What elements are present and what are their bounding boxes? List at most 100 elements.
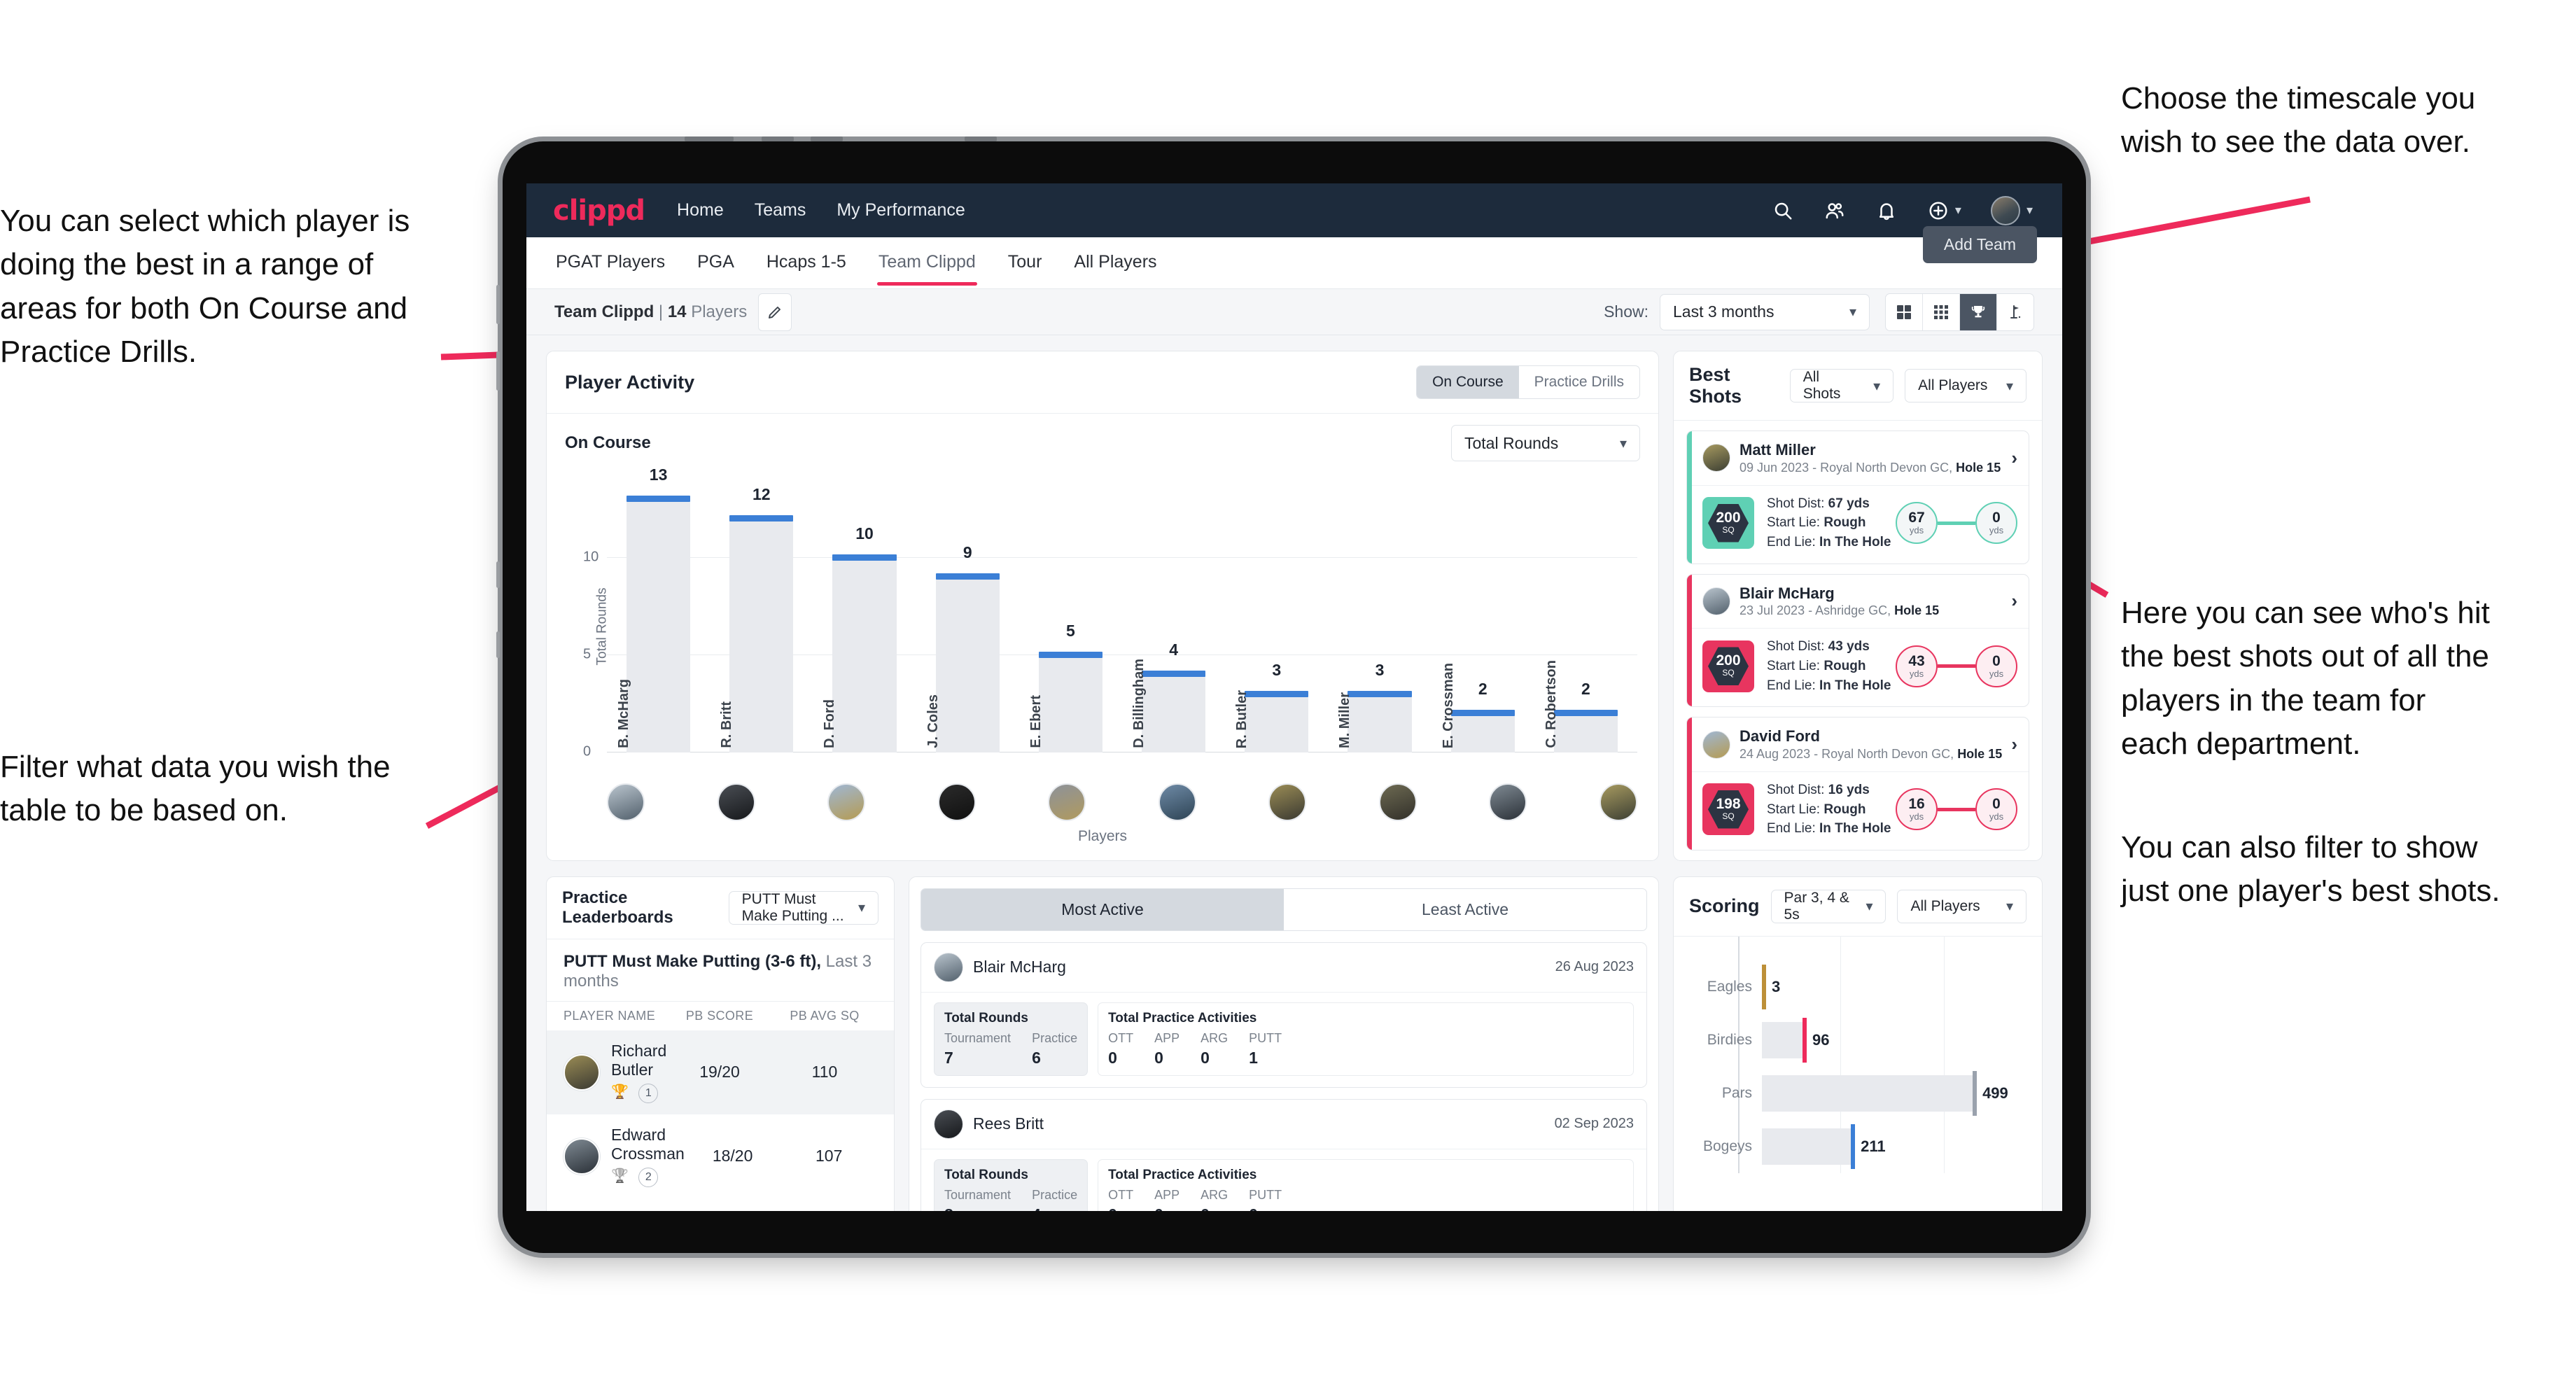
scoring-bar-cap [1802,1017,1807,1063]
search-icon[interactable] [1772,200,1793,221]
scoring-bar-row: Pars 499 [1688,1067,2024,1120]
timescale-select[interactable]: Last 3 months ▾ [1660,293,1870,330]
stat-putt: PUTT 0 [1249,1188,1282,1211]
tab-most-active[interactable]: Most Active [921,888,1284,930]
column-player-name: PLAYER NAME [564,1008,656,1023]
chevron-right-icon[interactable]: › [2011,734,2017,755]
clippd-logo[interactable]: clippd [553,195,645,227]
device-side-button [496,351,500,391]
par-filter-select[interactable]: Par 3, 4 & 5s ▾ [1770,889,1886,923]
bell-icon[interactable] [1876,200,1897,221]
scoring-bar-row: Eagles 3 [1688,960,2024,1014]
add-team-button[interactable]: Add Team [1922,226,2037,263]
chart-player-avatars [607,783,1637,821]
segment-on-course[interactable]: On Course [1417,366,1519,398]
shot-dist-value: 43 yds [1828,639,1870,654]
tab-all-players[interactable]: All Players [1072,241,1158,285]
shot-start-distance: 16 yds [1896,788,1938,831]
shot-dist-value: 67 yds [1828,496,1870,511]
tab-team-clippd[interactable]: Team Clippd [876,241,977,286]
grid-large-icon[interactable] [1886,293,1923,330]
edit-team-button[interactable] [758,293,792,331]
activity-player-card[interactable]: Rees Britt 02 Sep 2023 Total Rounds Tour… [920,1098,1647,1211]
scoring-header: Scoring Par 3, 4 & 5s ▾ All Players ▾ [1674,877,2042,937]
avatar[interactable] [717,783,755,821]
nav-link-my-performance[interactable]: My Performance [836,200,965,220]
stat-ott: OTT 0 [1108,1188,1133,1211]
stat-value: 7 [944,1048,953,1067]
stat-key: APP [1154,1030,1180,1045]
avatar[interactable] [937,783,976,821]
avatar[interactable] [1489,783,1527,821]
bar-group[interactable]: 3 M. Miller [1328,479,1431,752]
tab-least-active[interactable]: Least Active [1284,889,1646,930]
tab-tour[interactable]: Tour [1007,241,1044,285]
bar-group[interactable]: 9 J. Coles [916,479,1019,752]
bar-group[interactable]: 5 E. Ebert [1019,479,1122,752]
chevron-down-icon: ▾ [1954,203,1961,217]
drill-select[interactable]: PUTT Must Make Putting ... ▾ [728,890,878,925]
annotation-line: wish to see the data over. [2121,125,2470,160]
bar-group[interactable]: 4 D. Billingham [1122,479,1225,752]
best-shot-item[interactable]: Blair McHarg 23 Jul 2023 - Ashridge GC, … [1686,573,2029,708]
bar-group[interactable]: 12 R. Britt [710,479,813,752]
bar-group[interactable]: 2 E. Crossman [1432,479,1534,752]
avatar[interactable] [827,783,866,821]
best-shots-shot-filter[interactable]: All Shots ▾ [1789,369,1894,402]
scoring-bar-cap [1973,1070,1977,1116]
scoring-player-filter-value: All Players [1910,897,1980,914]
activity-player-card[interactable]: Blair McHarg 26 Aug 2023 Total Rounds To… [920,941,1647,1088]
annotation-left-top: You can select which player is doing the… [0,200,490,398]
nav-link-teams[interactable]: Teams [755,200,806,220]
metric-select[interactable]: Total Rounds ▾ [1451,425,1640,461]
trophy-icon[interactable] [1960,293,1997,330]
shot-date-course: 24 Aug 2023 - Royal North Devon GC, [1740,746,1954,761]
chevron-right-icon[interactable]: › [2011,447,2017,469]
scoring-category-label: Pars [1721,1084,1752,1101]
segment-practice-drills[interactable]: Practice Drills [1519,366,1639,398]
start-lie-value: Rough [1823,802,1866,817]
scoring-category-label: Bogeys [1702,1138,1752,1154]
nav-link-home[interactable]: Home [677,200,724,220]
avatar[interactable] [1268,783,1307,821]
chevron-right-icon[interactable]: › [2011,590,2017,612]
avatar[interactable] [1378,783,1417,821]
best-shots-player-filter[interactable]: All Players ▾ [1905,369,2026,402]
scoring-player-filter[interactable]: All Players ▾ [1897,889,2026,923]
best-shot-item[interactable]: Matt Miller 09 Jun 2023 - Royal North De… [1686,430,2029,564]
plus-circle-icon[interactable]: ▾ [1928,200,1961,221]
table-row[interactable]: Edward Crossman 🏆 2 18/20 107 [547,1114,894,1198]
bar-value: 12 [752,484,771,503]
total-rounds-box: Total Rounds Tournament 7 Practice 6 [934,1002,1088,1076]
avatar[interactable] [1048,783,1086,821]
bar-value: 13 [649,465,668,484]
grid-small-icon[interactable] [1923,293,1960,330]
chevron-down-icon: ▾ [858,900,865,916]
bar-group[interactable]: 10 D. Ford [813,479,916,752]
best-shot-item[interactable]: David Ford 24 Aug 2023 - Royal North Dev… [1686,717,2029,850]
table-row[interactable]: Richard Butler 🏆 1 19/20 110 [547,1030,894,1114]
tab-pgat-players[interactable]: PGAT Players [554,241,666,285]
column-pb-score: PB SCORE [685,1008,754,1023]
leaderboard-pb-score: 19/20 [699,1063,740,1082]
user-menu[interactable]: ▾ [1961,195,2033,225]
avatar[interactable] [1599,783,1637,821]
bar-group[interactable]: 3 R. Butler [1225,479,1328,752]
avatar[interactable] [1158,783,1196,821]
people-icon[interactable] [1824,200,1845,221]
end-lie-value: In The Hole [1819,678,1891,693]
bar-group[interactable]: 2 C. Robertson [1534,479,1637,752]
distance-connector [1938,664,1975,668]
shot-header: David Ford 24 Aug 2023 - Royal North Dev… [1687,718,2029,771]
leaderboard-rank-row: 🏆 1 [611,1083,667,1103]
stat-key: Tournament [944,1187,1011,1202]
tab-hcaps-1-5[interactable]: Hcaps 1-5 [765,241,848,285]
flag-icon[interactable] [1997,294,2033,330]
dashboard-row-top: Player Activity On Course Practice Drill… [546,351,2043,861]
tab-pga[interactable]: PGA [696,241,736,285]
avatar[interactable] [607,783,645,821]
bar-group[interactable]: 13 B. McHarg [607,465,710,752]
chevron-down-icon: ▾ [1849,304,1856,320]
chevron-down-icon: ▾ [1865,899,1873,915]
scoring-bar-row: Birdies 96 [1688,1014,2024,1067]
